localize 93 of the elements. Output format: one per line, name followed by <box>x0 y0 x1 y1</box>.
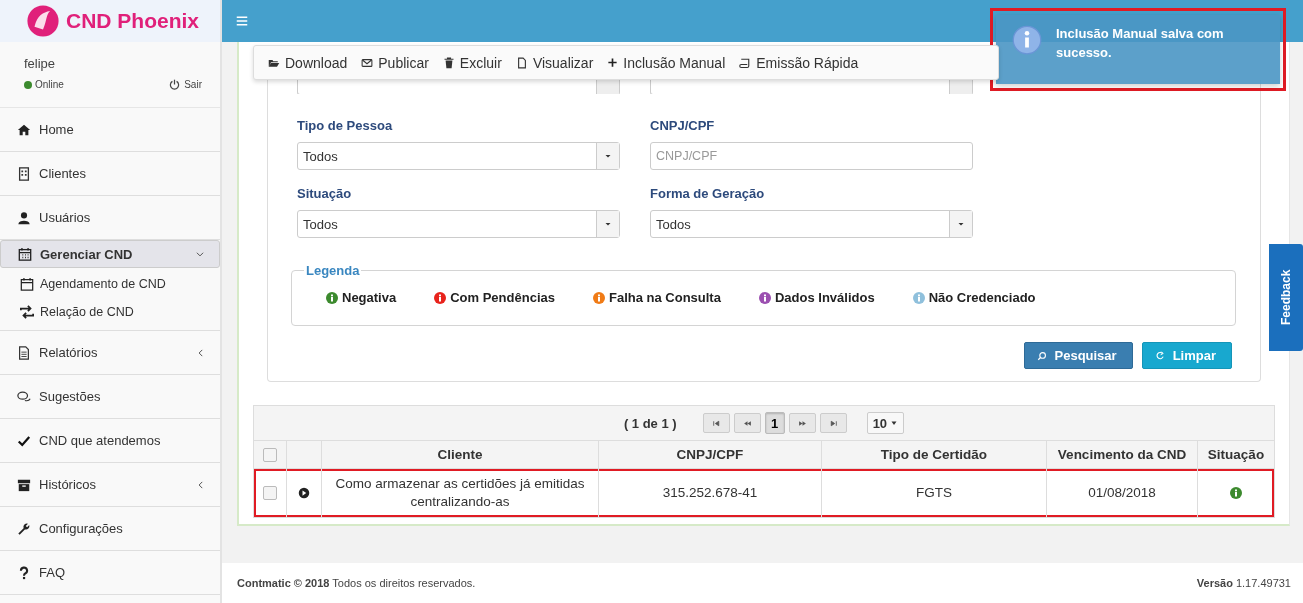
refresh-icon <box>1154 350 1165 361</box>
next-page-button[interactable] <box>788 413 816 433</box>
page-button[interactable]: 1 <box>764 412 785 434</box>
chevron-down-icon <box>195 249 205 259</box>
version-text: Versão 1.17.49731 <box>1196 577 1291 589</box>
brand-name: CND Phoenix <box>66 9 199 33</box>
wrench-icon <box>17 521 31 536</box>
first-page-icon <box>711 418 721 428</box>
sidebar-item[interactable]: Home <box>0 108 220 152</box>
info-icon <box>1012 25 1042 55</box>
toolbar-button[interactable]: Download <box>268 54 348 71</box>
online-dot <box>24 80 32 89</box>
caret-icon <box>604 152 612 160</box>
toolbar-button[interactable]: Visualizar <box>515 54 594 71</box>
submenu-item[interactable]: Agendamento de CND <box>0 270 220 298</box>
home-icon <box>17 122 31 137</box>
calendar-icon <box>20 277 34 291</box>
power-icon <box>169 79 181 90</box>
chevron-left-icon <box>196 479 206 490</box>
checkbox[interactable] <box>263 447 277 462</box>
envelope-icon <box>361 56 374 69</box>
toolbar-button[interactable]: Inclusão Manual <box>607 54 726 71</box>
legend-label: Dados Inválidos <box>774 290 875 305</box>
caret-icon <box>957 220 965 228</box>
column-header: Cliente <box>321 441 599 469</box>
sidebar-item[interactable]: Históricos <box>0 463 220 507</box>
page-summary: ( 1 de 1 ) <box>623 415 677 431</box>
sidebar-item[interactable]: FAQ <box>0 551 220 595</box>
document-icon <box>17 345 31 360</box>
expand-row-icon <box>298 487 310 499</box>
table-cell: Como armazenar as certidões já emitidas centralizando-as <box>321 468 599 517</box>
file-icon <box>515 56 528 69</box>
sidebar-item[interactable]: Clientes <box>0 152 220 196</box>
chevron-left-icon <box>196 347 206 358</box>
logout-link[interactable]: Sair <box>169 79 202 90</box>
notification-message: Inclusão Manual salva com sucesso. <box>1056 25 1225 62</box>
legend-label: Falha na Consulta <box>608 290 721 305</box>
submenu-item[interactable]: Relação de CND <box>0 298 220 326</box>
building-icon <box>17 166 31 181</box>
toolbar-button[interactable]: Publicar <box>361 54 429 71</box>
column-header: Situação <box>1197 441 1274 469</box>
archive-icon <box>17 477 31 492</box>
search-button[interactable]: Pesquisar <box>1023 342 1133 369</box>
column-header: CNPJ/CPF <box>598 441 822 469</box>
table-cell: FGTS <box>821 468 1047 517</box>
feedback-tab[interactable]: Feedback <box>1269 244 1303 351</box>
legend-label: Não Credenciado <box>928 290 1036 305</box>
caret-icon <box>604 220 612 228</box>
field-label: Situação <box>297 186 353 201</box>
page-size-select[interactable]: 10 <box>866 412 905 434</box>
user-icon <box>17 210 31 225</box>
select-field[interactable]: Todos <box>650 210 973 238</box>
question-icon <box>17 565 31 580</box>
legend-label: Com Pendências <box>450 290 555 305</box>
column-header: Tipo de Certidão <box>821 441 1047 469</box>
checkbox[interactable] <box>263 486 277 500</box>
previous-page-button[interactable] <box>733 413 761 433</box>
copyright-text: Contmatic © 2018 Todos os direitos reservados. <box>237 577 476 589</box>
search-icon <box>1036 350 1047 361</box>
input-field[interactable]: CNPJ/CPF <box>650 142 973 170</box>
table-cell: 315.252.678-41 <box>598 468 822 517</box>
legend-label: Negativa <box>342 290 397 305</box>
sidebar-item[interactable]: Gerenciar CND <box>0 240 220 268</box>
table-cell: 01/08/2018 <box>1046 468 1198 517</box>
phoenix-logo-icon <box>26 4 60 38</box>
calendar-icon <box>18 247 32 261</box>
sidebar-item[interactable]: Sugestões <box>0 375 220 419</box>
field-label: CNPJ/CPF <box>650 118 716 133</box>
previous-page-icon <box>742 418 752 428</box>
last-page-icon <box>828 418 838 428</box>
sidebar-item[interactable]: Configurações <box>0 507 220 551</box>
field-label: Forma de Geração <box>650 186 766 201</box>
next-page-icon <box>797 418 807 428</box>
column-header: Vencimento da CND <box>1046 441 1198 469</box>
last-page-button[interactable] <box>819 413 847 433</box>
plus-icon <box>607 57 619 68</box>
toolbar-button[interactable]: Excluir <box>442 54 502 71</box>
check-icon <box>17 433 31 448</box>
swap-arrows-icon <box>20 305 34 319</box>
caret-icon <box>890 419 899 427</box>
sidebar-item[interactable]: Relatórios <box>0 331 220 375</box>
field-label: Tipo de Pessoa <box>297 118 394 133</box>
first-page-button[interactable] <box>702 413 730 433</box>
select-field[interactable]: Todos <box>297 142 620 170</box>
select-field[interactable]: Todos <box>297 210 620 238</box>
legend-title: Legenda <box>305 263 361 278</box>
status-text: Online <box>35 79 64 90</box>
user-name: felipe <box>24 56 57 71</box>
trash-icon <box>442 56 455 69</box>
sidebar-item[interactable]: CND que atendemos <box>0 419 220 463</box>
chat-bubbles-icon <box>17 389 31 404</box>
toolbar-button[interactable]: Emissão Rápida <box>739 54 859 71</box>
menu-icon <box>236 15 248 27</box>
